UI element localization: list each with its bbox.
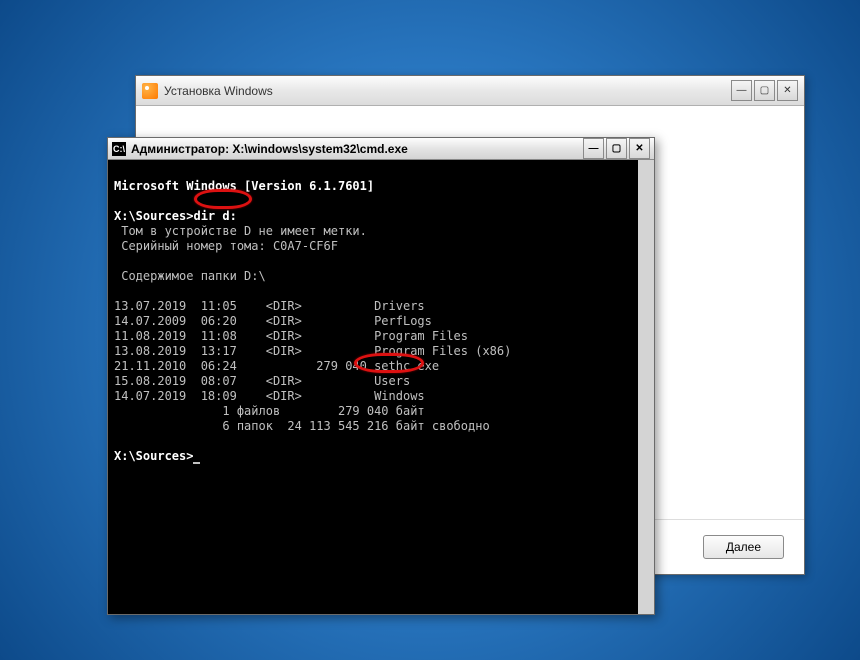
cmd-title: Администратор: X:\windows\system32\cmd.e… [131, 142, 408, 156]
cmd-icon: C:\ [112, 142, 126, 156]
installer-titlebar[interactable]: Установка Windows — ▢ ✕ [136, 76, 804, 106]
cmd-vol: Том в устройстве D не имеет метки. [114, 224, 367, 238]
dir-entry: 14.07.2009 06:20 <DIR> PerfLogs [114, 314, 432, 328]
minimize-button[interactable]: — [583, 138, 604, 159]
dir-entry: 14.07.2019 18:09 <DIR> Windows [114, 389, 425, 403]
dir-entry: 15.08.2019 08:07 <DIR> Users [114, 374, 410, 388]
maximize-button[interactable]: ▢ [606, 138, 627, 159]
cmd-prompt: X:\Sources> [114, 449, 193, 463]
cmd-titlebar[interactable]: C:\ Администратор: X:\windows\system32\c… [108, 138, 654, 160]
cmd-serial: Серийный номер тома: C0A7-CF6F [114, 239, 338, 253]
dir-entry: 13.08.2019 13:17 <DIR> Program Files (x8… [114, 344, 511, 358]
cmd-command-entered: dir d: [193, 209, 236, 223]
cmd-contents: Содержимое папки D:\ [114, 269, 266, 283]
installer-window-controls: — ▢ ✕ [731, 80, 798, 101]
dir-entry: 21.11.2010 06:24 279 040 sethc.exe [114, 359, 439, 373]
cmd-header: Microsoft Windows [Version 6.1.7601] [114, 179, 374, 193]
cmd-window-controls: — ▢ ✕ [583, 138, 650, 159]
next-button[interactable]: Далее [703, 535, 784, 559]
cmd-terminal-output[interactable]: Microsoft Windows [Version 6.1.7601] X:\… [108, 160, 654, 614]
cursor [193, 462, 200, 464]
dir-summary: 1 файлов 279 040 байт [114, 404, 425, 418]
dir-summary: 6 папок 24 113 545 216 байт свободно [114, 419, 490, 433]
installer-title: Установка Windows [164, 84, 273, 98]
installer-icon [142, 83, 158, 99]
cmd-prompt: X:\Sources> [114, 209, 193, 223]
minimize-button[interactable]: — [731, 80, 752, 101]
cmd-window: C:\ Администратор: X:\windows\system32\c… [107, 137, 655, 615]
close-button[interactable]: ✕ [777, 80, 798, 101]
dir-entry: 13.07.2019 11:05 <DIR> Drivers [114, 299, 425, 313]
close-button[interactable]: ✕ [629, 138, 650, 159]
dir-entry: 11.08.2019 11:08 <DIR> Program Files [114, 329, 468, 343]
maximize-button[interactable]: ▢ [754, 80, 775, 101]
